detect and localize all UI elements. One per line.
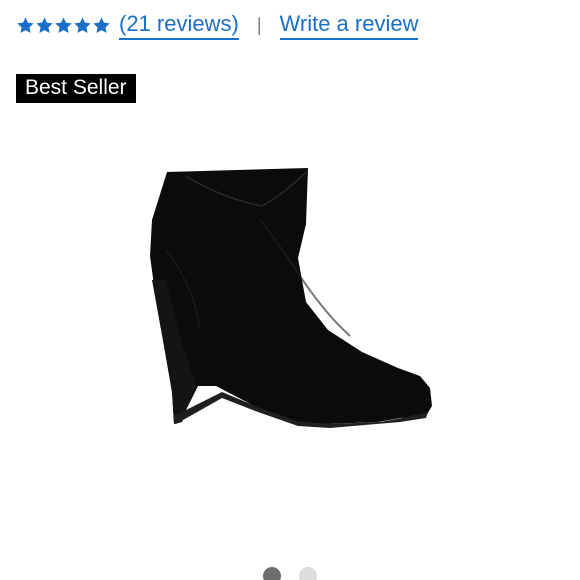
product-page: (21 reviews) | Write a review Best Selle… bbox=[0, 0, 580, 580]
best-seller-badge: Best Seller bbox=[16, 74, 136, 103]
carousel-dot-2[interactable] bbox=[299, 567, 317, 580]
star-icon bbox=[54, 16, 73, 35]
star-icon bbox=[73, 16, 92, 35]
reviews-link[interactable]: (21 reviews) bbox=[119, 11, 239, 40]
carousel-indicators bbox=[263, 567, 317, 580]
star-icon bbox=[35, 16, 54, 35]
carousel-dot-1[interactable] bbox=[263, 567, 281, 580]
write-review-link[interactable]: Write a review bbox=[279, 11, 419, 40]
separator: | bbox=[256, 14, 262, 35]
rating-row: (21 reviews) | Write a review bbox=[16, 8, 419, 42]
star-icon bbox=[16, 16, 35, 35]
star-icon bbox=[92, 16, 111, 35]
star-rating[interactable] bbox=[16, 16, 111, 35]
wedge-ankle-boot-image[interactable] bbox=[130, 160, 450, 430]
